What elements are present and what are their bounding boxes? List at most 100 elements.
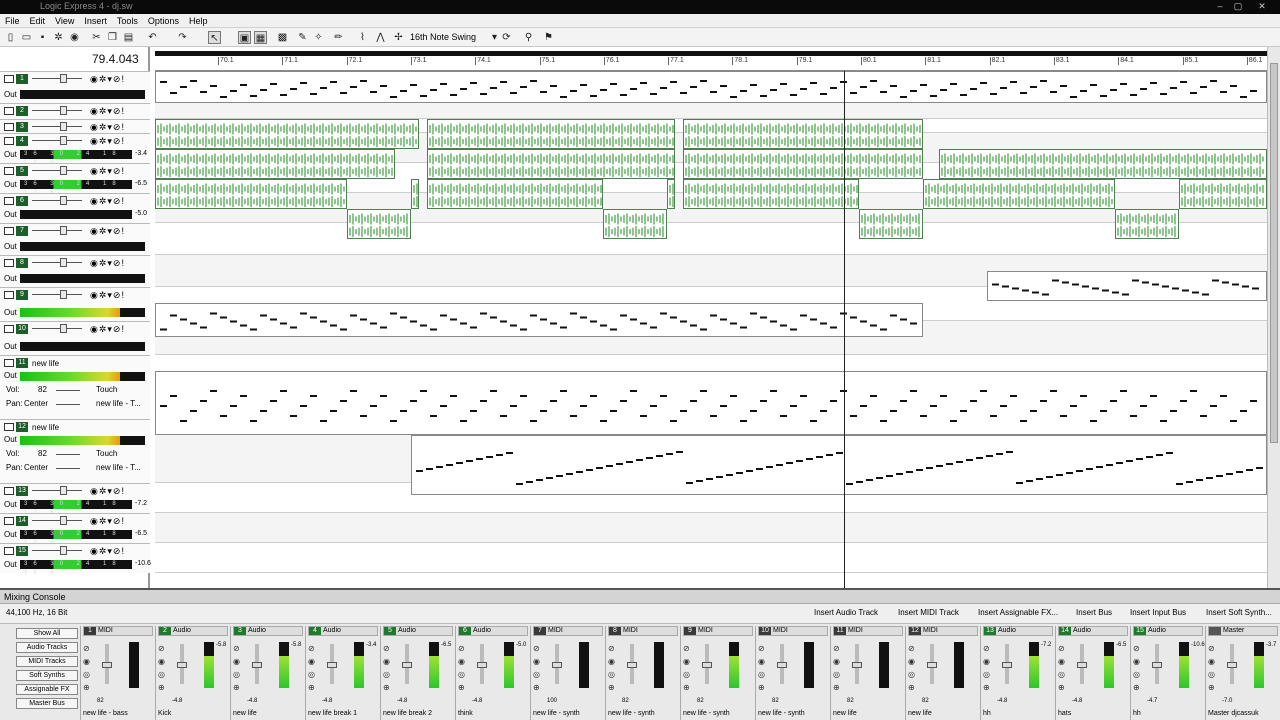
track-volume-fader[interactable] bbox=[32, 262, 82, 263]
channel-fader[interactable] bbox=[1002, 644, 1012, 684]
select-tool-icon[interactable]: ↖ bbox=[208, 31, 221, 44]
audio-clip[interactable] bbox=[667, 179, 675, 209]
track-buttons[interactable]: ◉✲▾⊘! bbox=[90, 106, 125, 117]
channel-strip[interactable]: 7 MIDI ⊘ ◉ ◎ ⊕ 100 new life - synth bbox=[530, 626, 605, 720]
undo-icon[interactable]: ↶ bbox=[146, 31, 159, 44]
automation-mode[interactable]: Touch bbox=[96, 385, 117, 394]
open-folder-icon[interactable]: ▭ bbox=[20, 31, 33, 44]
audio-clip[interactable] bbox=[683, 119, 923, 149]
channel-name[interactable]: new life bbox=[233, 710, 257, 717]
audio-clip[interactable] bbox=[411, 179, 419, 209]
track-name[interactable]: new life bbox=[32, 359, 59, 368]
channel-strip[interactable]: 10 MIDI ⊘ ◉ ◎ ⊕ 82 new life - synth bbox=[755, 626, 830, 720]
audio-clip[interactable] bbox=[427, 119, 675, 149]
track-buttons[interactable]: ◉✲▾⊘! bbox=[90, 74, 125, 85]
fader-knob[interactable] bbox=[60, 196, 67, 205]
channel-fader[interactable] bbox=[402, 644, 412, 684]
brush-icon[interactable]: ⌇ bbox=[356, 31, 369, 44]
channel-fader[interactable] bbox=[1227, 644, 1237, 684]
channel-fader[interactable] bbox=[627, 644, 637, 684]
track-icon[interactable] bbox=[4, 167, 14, 175]
track-icon[interactable] bbox=[4, 517, 14, 525]
menu-view[interactable]: View bbox=[50, 14, 79, 26]
channel-name[interactable]: new life - bass bbox=[83, 710, 128, 717]
console-filter-button[interactable]: MIDI Tracks bbox=[16, 656, 78, 667]
ruler-marker-strip[interactable] bbox=[155, 51, 1267, 56]
strip-icons[interactable]: ⊘ ◉ ◎ ⊕ bbox=[1208, 642, 1218, 698]
fader-cap[interactable] bbox=[552, 662, 562, 668]
strip-icons[interactable]: ⊘ ◉ ◎ ⊕ bbox=[83, 642, 93, 698]
envelope-icon[interactable]: ⋀ bbox=[374, 31, 387, 44]
channel-fader[interactable] bbox=[1152, 644, 1162, 684]
menu-insert[interactable]: Insert bbox=[79, 14, 112, 26]
track-output-route[interactable]: new life - T... bbox=[96, 463, 141, 472]
channel-name[interactable]: new life bbox=[833, 710, 857, 717]
track-buttons[interactable]: ◉✲▾⊘! bbox=[90, 258, 125, 269]
menu-file[interactable]: File bbox=[0, 14, 25, 26]
midi-clip[interactable] bbox=[155, 371, 1267, 435]
fader-knob[interactable] bbox=[60, 258, 67, 267]
channel-fader[interactable] bbox=[252, 644, 262, 684]
audio-clip[interactable] bbox=[347, 209, 411, 239]
channel-strip[interactable]: 4 Audio ⊘ ◉ ◎ ⊕ -4.8 -3.4 new life break 1 bbox=[305, 626, 380, 720]
track-icon[interactable] bbox=[4, 123, 14, 131]
track-buttons[interactable]: ◉✲▾⊘! bbox=[90, 122, 125, 133]
track-icon[interactable] bbox=[4, 75, 14, 83]
edit-tool-icon[interactable]: ▣ bbox=[238, 31, 251, 44]
fader-cap[interactable] bbox=[1152, 662, 1162, 668]
channel-strip[interactable]: 12 MIDI ⊘ ◉ ◎ ⊕ 82 new life bbox=[905, 626, 980, 720]
fader-cap[interactable] bbox=[102, 662, 112, 668]
track-volume-value[interactable]: 82 bbox=[38, 385, 47, 394]
console-filter-button[interactable]: Audio Tracks bbox=[16, 642, 78, 653]
channel-fader[interactable] bbox=[102, 644, 112, 684]
fader-cap[interactable] bbox=[1002, 662, 1012, 668]
fader-cap[interactable] bbox=[1077, 662, 1087, 668]
fader-cap[interactable] bbox=[1227, 662, 1237, 668]
track-header[interactable]: 14 ◉✲▾⊘! Out36 30 24 18 12 6-6.5 bbox=[0, 513, 150, 546]
strip-icons[interactable]: ⊘ ◉ ◎ ⊕ bbox=[158, 642, 168, 698]
channel-strip[interactable]: 11 MIDI ⊘ ◉ ◎ ⊕ 82 new life bbox=[830, 626, 905, 720]
track-lane[interactable] bbox=[155, 103, 1267, 119]
strip-icons[interactable]: ⊘ ◉ ◎ ⊕ bbox=[533, 642, 543, 698]
audio-clip[interactable] bbox=[923, 179, 1115, 209]
channel-name[interactable]: hats bbox=[1058, 710, 1071, 717]
channel-name[interactable]: new life bbox=[908, 710, 932, 717]
track-buttons[interactable]: ◉✲▾⊘! bbox=[90, 226, 125, 237]
track-volume-fader[interactable] bbox=[32, 200, 82, 201]
track-pan-value[interactable]: Center bbox=[24, 463, 48, 472]
minimize-icon[interactable]: – bbox=[1212, 1, 1228, 12]
close-icon[interactable]: ✕ bbox=[1254, 1, 1270, 12]
track-header[interactable]: 8 ◉✲▾⊘! Out bbox=[0, 255, 150, 287]
strip-icons[interactable]: ⊘ ◉ ◎ ⊕ bbox=[458, 642, 468, 698]
maximize-icon[interactable]: ▢ bbox=[1230, 1, 1246, 12]
channel-strip[interactable]: 9 MIDI ⊘ ◉ ◎ ⊕ 82 new life - synth bbox=[680, 626, 755, 720]
audio-clip[interactable] bbox=[683, 149, 923, 179]
track-icon[interactable] bbox=[4, 197, 14, 205]
automation-mode[interactable]: Touch bbox=[96, 449, 117, 458]
track-header[interactable]: 12 new life Out Vol: 82 Touch Pan: Center new li… bbox=[0, 419, 150, 483]
audio-clip[interactable] bbox=[155, 119, 419, 149]
strip-icons[interactable]: ⊘ ◉ ◎ ⊕ bbox=[1058, 642, 1068, 698]
fader-cap[interactable] bbox=[402, 662, 412, 668]
audio-clip[interactable] bbox=[1115, 209, 1179, 239]
channel-fader[interactable] bbox=[927, 644, 937, 684]
track-buttons[interactable]: ◉✲▾⊘! bbox=[90, 136, 125, 147]
track-lane[interactable] bbox=[155, 543, 1267, 573]
channel-fader[interactable] bbox=[852, 644, 862, 684]
strip-icons[interactable]: ⊘ ◉ ◎ ⊕ bbox=[758, 642, 768, 698]
fader-cap[interactable] bbox=[177, 662, 187, 668]
console-filter-button[interactable]: Master Bus bbox=[16, 698, 78, 709]
fader-knob[interactable] bbox=[60, 486, 67, 495]
marker-icon[interactable]: ⚑ bbox=[542, 31, 555, 44]
track-header[interactable]: 5 ◉✲▾⊘! Out36 30 24 18 12 6-6.5 bbox=[0, 163, 150, 196]
strip-icons[interactable]: ⊘ ◉ ◎ ⊕ bbox=[833, 642, 843, 698]
audio-clip[interactable] bbox=[155, 149, 395, 179]
channel-fader[interactable] bbox=[1077, 644, 1087, 684]
draw-icon[interactable]: ✏ bbox=[332, 31, 345, 44]
strip-icons[interactable]: ⊘ ◉ ◎ ⊕ bbox=[983, 642, 993, 698]
track-header[interactable]: 1 ◉✲▾⊘! Out bbox=[0, 71, 150, 103]
metronome-icon[interactable]: ⚲ bbox=[522, 31, 535, 44]
insert-button[interactable]: Insert MIDI Track bbox=[898, 608, 959, 617]
redo-icon[interactable]: ↷ bbox=[176, 31, 189, 44]
channel-strip[interactable]: 15 Audio ⊘ ◉ ◎ ⊕ -4.7 -10.6 hh bbox=[1130, 626, 1205, 720]
